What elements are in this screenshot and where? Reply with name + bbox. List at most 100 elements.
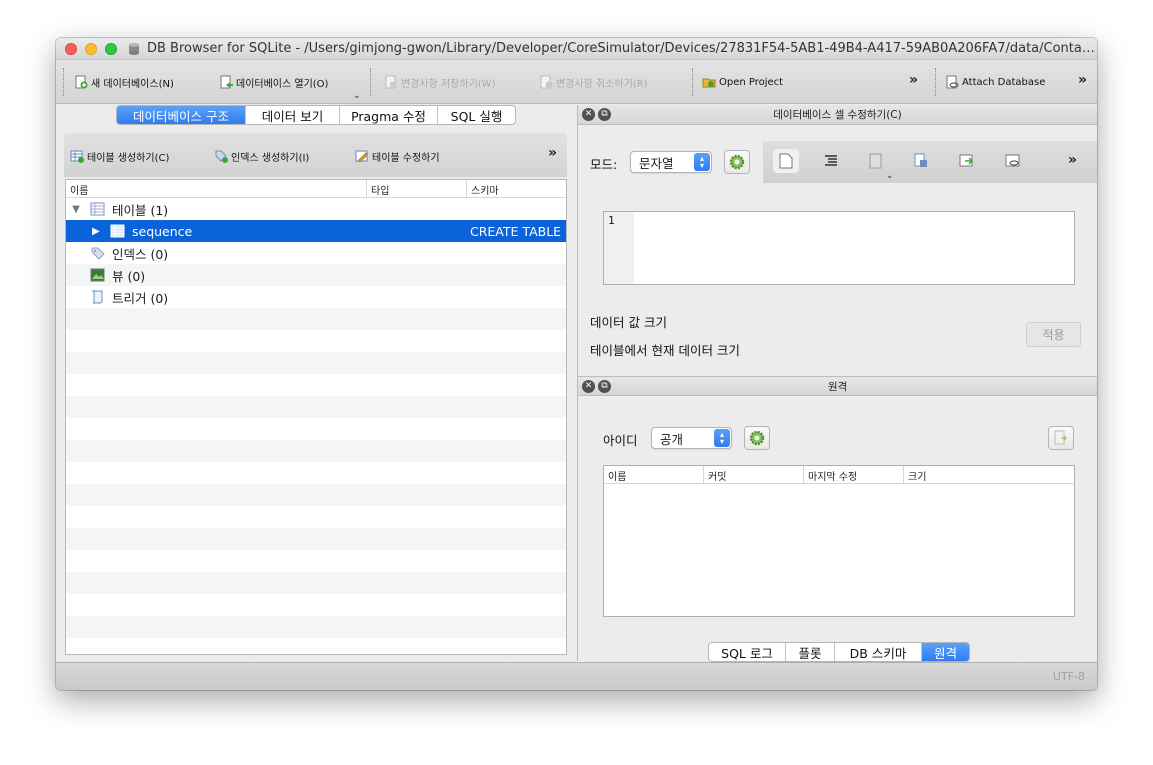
column-header-name[interactable]: 이름: [66, 180, 367, 198]
select-stepper-icon: ▴ ▾: [714, 429, 730, 447]
export-file-icon: [959, 154, 974, 167]
create-index-button[interactable]: 인덱스 생성하기(I): [214, 148, 309, 164]
edit-toolbar-overflow-button[interactable]: »: [1068, 152, 1077, 168]
open-database-dropdown-icon[interactable]: ⌄: [353, 91, 361, 101]
column-header-schema[interactable]: 스키마: [467, 180, 566, 198]
cell-editor[interactable]: 1: [603, 211, 1075, 285]
zoom-window-button[interactable]: [105, 42, 117, 55]
push-database-button[interactable]: [1048, 426, 1074, 450]
table-icon: [110, 224, 125, 238]
create-index-label: 인덱스 생성하기(I): [231, 152, 310, 164]
identity-select[interactable]: 공개 ▴ ▾: [651, 427, 732, 449]
tree-row-indices[interactable]: 인덱스 (0): [66, 242, 566, 264]
expand-arrow-icon[interactable]: ▶: [90, 226, 102, 237]
tab-edit-pragmas[interactable]: Pragma 수정: [340, 106, 438, 124]
tab-browse-data[interactable]: 데이터 보기: [246, 106, 340, 124]
text-mode-button[interactable]: [773, 149, 799, 173]
revert-changes-button[interactable]: 변경사항 취소하기(R): [539, 74, 648, 90]
tree-row-sequence[interactable]: ▶ sequence CREATE TABLE: [66, 220, 566, 242]
tree-row-label: 테이블 (1): [112, 202, 169, 218]
toolbar-overflow-button-2[interactable]: »: [1078, 72, 1087, 88]
tree-row-views[interactable]: 뷰 (0): [66, 264, 566, 286]
save-icon: [385, 75, 397, 89]
gear-icon: [749, 430, 765, 446]
export-button[interactable]: [954, 149, 980, 173]
title-bar: DB Browser for SQLite - /Users/gimjong-g…: [56, 38, 1097, 60]
window-controls: [65, 42, 117, 55]
attach-database-label: Attach Database: [962, 76, 1046, 88]
eraser-icon: [1005, 154, 1020, 167]
database-icon: [127, 42, 141, 56]
auto-switch-mode-button[interactable]: [724, 150, 750, 174]
select-stepper-icon: ▴ ▾: [694, 153, 710, 171]
close-window-button[interactable]: [65, 42, 77, 55]
modify-table-label: 테이블 수정하기: [372, 152, 440, 164]
schema-tree[interactable]: 이름 타입 스키마 ▼ 테이블 (1) ▶ sequence CREATE TA…: [65, 179, 567, 655]
tree-row-triggers[interactable]: 트리거 (0): [66, 286, 566, 308]
tab-plot[interactable]: 플롯: [786, 643, 835, 661]
close-dock-icon[interactable]: ✕: [582, 380, 595, 393]
line-number: 1: [604, 212, 634, 284]
save-cell-dropdown-icon[interactable]: ⌄: [886, 171, 894, 181]
float-dock-icon[interactable]: ⧉: [598, 108, 611, 121]
edit-cell-title: 데이터베이스 셀 수정하기(C): [773, 109, 902, 121]
tree-row-schema: CREATE TABLE: [470, 223, 562, 239]
new-database-button[interactable]: 새 데이터베이스(N): [74, 74, 174, 90]
import-button[interactable]: [908, 149, 934, 173]
write-changes-button[interactable]: 변경사항 저장하기(W): [384, 74, 495, 90]
main-tabs: 데이터베이스 구조 데이터 보기 Pragma 수정 SQL 실행: [116, 105, 516, 125]
tree-row-label: 인덱스 (0): [112, 246, 169, 262]
structure-toolbar-overflow-button[interactable]: »: [548, 145, 557, 161]
open-project-icon: [702, 78, 716, 88]
create-index-icon: [215, 150, 228, 163]
toolbar-overflow-button[interactable]: »: [909, 72, 918, 88]
close-dock-icon[interactable]: ✕: [582, 108, 595, 121]
index-group-icon: [91, 247, 105, 260]
remote-files-table[interactable]: 이름 커밋 마지막 수정 크기: [603, 465, 1075, 617]
minimize-window-button[interactable]: [85, 42, 97, 55]
column-header-last-modified[interactable]: 마지막 수정: [804, 466, 904, 484]
indent-button[interactable]: [818, 149, 844, 173]
tab-db-schema[interactable]: DB 스키마: [835, 643, 922, 661]
window-title: DB Browser for SQLite - /Users/gimjong-g…: [147, 41, 1097, 56]
text-lines-icon: [825, 155, 837, 166]
tree-header: 이름 타입 스키마: [66, 180, 566, 198]
apply-button[interactable]: 적용: [1026, 322, 1081, 347]
manage-identity-button[interactable]: [744, 426, 770, 450]
mode-select[interactable]: 문자열 ▴ ▾: [630, 151, 712, 173]
gear-icon: [729, 154, 745, 170]
column-header-name[interactable]: 이름: [604, 466, 704, 484]
tab-sql-log[interactable]: SQL 로그: [709, 643, 786, 661]
edit-mode-toolbar: ⌄ »: [763, 141, 1097, 183]
open-project-label: Open Project: [719, 76, 784, 88]
toolbar-separator: [63, 68, 65, 96]
tree-row-tables[interactable]: ▼ 테이블 (1): [66, 198, 566, 220]
save-cell-button[interactable]: [863, 149, 889, 173]
tree-row-label: sequence: [132, 223, 193, 239]
app-window: DB Browser for SQLite - /Users/gimjong-g…: [56, 38, 1097, 690]
right-pane: ✕ ⧉ 데이터베이스 셀 수정하기(C) ⌄ » 모드: 문자열 ▴ ▾ 1 데…: [577, 105, 1097, 662]
column-header-commit[interactable]: 커밋: [704, 466, 804, 484]
remote-title: 원격: [827, 380, 848, 393]
collapse-arrow-icon[interactable]: ▼: [70, 204, 82, 215]
tab-remote[interactable]: 원격: [922, 643, 969, 661]
column-header-type[interactable]: 타입: [367, 180, 467, 198]
toolbar-separator: [370, 68, 372, 96]
revert-icon: [540, 75, 553, 89]
remote-table-header: 이름 커밋 마지막 수정 크기: [604, 466, 1074, 484]
remote-dock-title: ✕ ⧉ 원격: [578, 376, 1097, 396]
new-database-icon: [75, 75, 88, 89]
attach-database-icon: [946, 75, 959, 89]
modify-table-button[interactable]: 테이블 수정하기: [355, 148, 440, 164]
clipboard-icon: [869, 153, 882, 169]
attach-database-button[interactable]: Attach Database: [945, 74, 1045, 90]
table-size-label: 테이블에서 현재 데이터 크기: [590, 343, 740, 358]
null-button[interactable]: [1000, 149, 1026, 173]
open-database-button[interactable]: 데이터베이스 열기(O): [219, 74, 328, 90]
tab-execute-sql[interactable]: SQL 실행: [438, 106, 515, 124]
open-project-button[interactable]: Open Project: [702, 74, 783, 90]
column-header-size[interactable]: 크기: [904, 466, 1074, 484]
float-dock-icon[interactable]: ⧉: [598, 380, 611, 393]
create-table-button[interactable]: 테이블 생성하기(C): [70, 148, 169, 164]
tab-database-structure[interactable]: 데이터베이스 구조: [117, 106, 246, 124]
